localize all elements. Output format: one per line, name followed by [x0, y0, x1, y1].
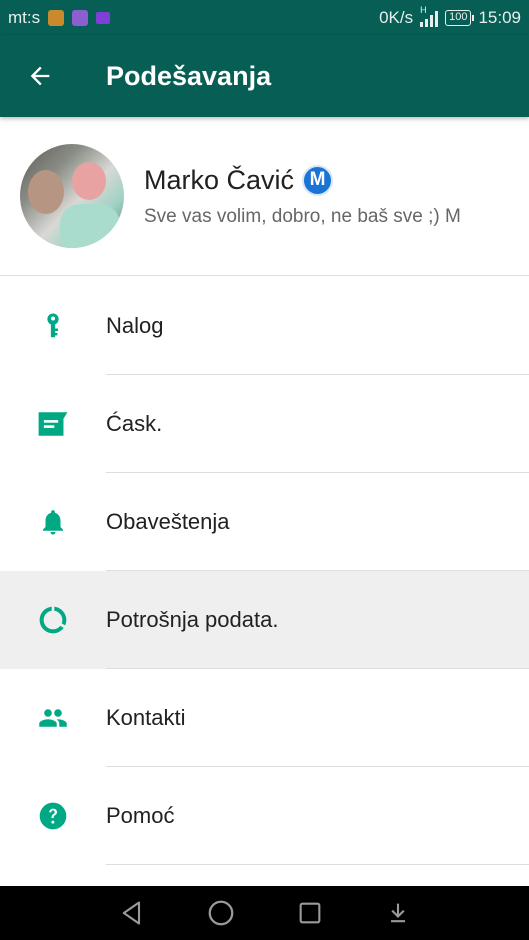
chat-icon — [0, 375, 106, 473]
settings-item-data-usage[interactable]: Potrošnja podata. — [0, 571, 529, 669]
settings-item-label: Nalog — [106, 313, 164, 338]
settings-item-notifications[interactable]: Obaveštenja — [0, 473, 529, 571]
settings-list: Nalog Ćask. Obaveštenja Potrošnja podata… — [0, 277, 529, 865]
settings-item-label: Potrošnja podata. — [106, 607, 279, 632]
settings-item-contacts[interactable]: Kontakti — [0, 669, 529, 767]
badge-icon: M — [302, 164, 334, 196]
app-toolbar: Podešavanja — [0, 35, 529, 117]
network-type-label: H — [420, 4, 427, 15]
system-nav-bar — [0, 886, 529, 940]
network-speed: 0K/s — [379, 7, 414, 27]
nav-back-icon[interactable] — [118, 899, 146, 927]
clock: 15:09 — [478, 7, 521, 27]
nav-recents-icon[interactable] — [296, 899, 324, 927]
settings-item-chats[interactable]: Ćask. — [0, 375, 529, 473]
help-icon — [0, 767, 106, 865]
carrier-label: mt:s — [8, 7, 41, 27]
notification-app-icon — [48, 9, 65, 26]
avatar[interactable] — [20, 144, 124, 248]
gallery-notification-icon — [72, 9, 89, 26]
signal-icon: H — [420, 5, 439, 27]
battery-icon: 100 — [445, 9, 475, 26]
profile-name: Marko Čavić — [144, 164, 295, 195]
settings-item-label: Kontakti — [106, 705, 186, 730]
settings-item-help[interactable]: Pomoć — [0, 767, 529, 865]
profile-status: Sve vas volim, dobro, ne baš sve ;) M — [144, 205, 461, 227]
arrow-left-icon — [30, 66, 50, 86]
bell-icon — [0, 473, 106, 571]
nav-notifications-icon[interactable] — [384, 899, 412, 927]
settings-item-label: Obaveštenja — [106, 509, 230, 534]
settings-item-label: Ćask. — [106, 411, 163, 436]
data-usage-icon — [0, 571, 106, 669]
nav-home-icon[interactable] — [206, 898, 236, 928]
page-title: Podešavanja — [106, 60, 272, 91]
messenger-notification-icon — [96, 11, 111, 24]
contacts-icon — [0, 669, 106, 767]
settings-item-label: Pomoć — [106, 803, 175, 828]
key-icon — [0, 277, 106, 375]
settings-item-account[interactable]: Nalog — [0, 277, 529, 375]
back-button[interactable] — [0, 35, 80, 117]
profile-row[interactable]: Marko Čavić M Sve vas volim, dobro, ne b… — [0, 117, 529, 276]
status-bar: mt:s 0K/s H 100 15:09 — [0, 0, 529, 35]
